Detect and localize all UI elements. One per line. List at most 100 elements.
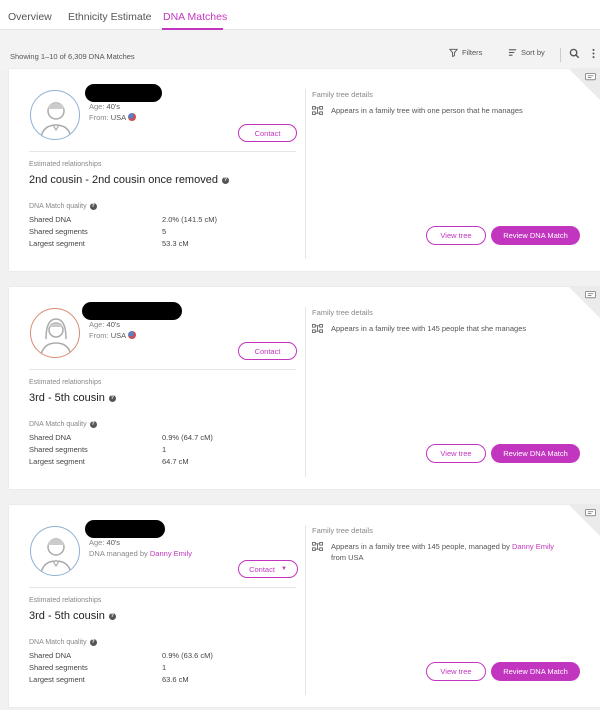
results-toolbar: Showing 1–10 of 6,309 DNA Matches Filter… bbox=[0, 30, 600, 70]
shared-dna-label: Shared DNA bbox=[29, 651, 72, 660]
age-label: Age: bbox=[89, 320, 105, 329]
family-tree-icon bbox=[312, 324, 323, 333]
help-icon[interactable]: ? bbox=[108, 394, 116, 402]
match-card: Age: 40's From: USA Contact Estimated re… bbox=[9, 287, 600, 489]
filter-icon bbox=[449, 48, 458, 57]
help-icon[interactable]: ? bbox=[89, 203, 97, 210]
age-value: 40's bbox=[106, 102, 121, 111]
search-icon[interactable] bbox=[569, 48, 580, 59]
tab-dna-matches[interactable]: DNA Matches bbox=[163, 11, 227, 23]
notes-icon[interactable] bbox=[585, 73, 596, 82]
caret-down-icon: ▼ bbox=[280, 566, 287, 572]
shared-segments-value: 1 bbox=[162, 663, 167, 672]
shared-segments-label: Shared segments bbox=[29, 445, 88, 454]
age-label: Age: bbox=[89, 538, 105, 547]
shared-dna-value: 0.9% (63.6 cM) bbox=[162, 651, 213, 660]
match-age: Age: 40's bbox=[89, 320, 120, 329]
largest-segment-value: 53.3 cM bbox=[162, 239, 189, 248]
help-icon[interactable]: ? bbox=[89, 421, 97, 428]
more-vertical-icon[interactable] bbox=[591, 48, 596, 59]
help-icon[interactable]: ? bbox=[89, 639, 97, 646]
tab-ethnicity-estimate[interactable]: Ethnicity Estimate bbox=[68, 11, 151, 23]
female-avatar-icon[interactable] bbox=[30, 308, 80, 358]
tab-overview[interactable]: Overview bbox=[8, 11, 52, 23]
location-value: USA bbox=[110, 331, 127, 340]
shared-dna-label: Shared DNA bbox=[29, 215, 72, 224]
match-card: Age: 40's From: USA Contact Estimated re… bbox=[9, 69, 600, 271]
match-quality-text: DNA Match quality bbox=[29, 203, 87, 210]
relationship-estimate: 2nd cousin - 2nd cousin once removed? bbox=[29, 174, 229, 186]
contact-button[interactable]: Contact bbox=[238, 342, 297, 360]
review-dna-match-button[interactable]: Review DNA Match bbox=[491, 226, 580, 245]
shared-segments-label: Shared segments bbox=[29, 227, 88, 236]
family-tree-text: Appears in a family tree with 145 people… bbox=[331, 541, 562, 563]
help-icon[interactable]: ? bbox=[108, 612, 116, 620]
family-tree-info: Appears in a family tree with 145 people… bbox=[312, 541, 562, 563]
estimated-relationships-label: Estimated relationships bbox=[29, 379, 102, 386]
relationship-estimate: 3rd - 5th cousin? bbox=[29, 610, 116, 622]
results-count: Showing 1–10 of 6,309 DNA Matches bbox=[10, 52, 135, 61]
review-dna-match-button[interactable]: Review DNA Match bbox=[491, 662, 580, 681]
redacted-name bbox=[85, 84, 162, 102]
sort-button[interactable]: Sort by bbox=[508, 48, 545, 57]
match-quality-label: DNA Match quality? bbox=[29, 639, 97, 646]
contact-button[interactable]: Contact bbox=[238, 124, 297, 142]
column-divider bbox=[305, 307, 306, 477]
match-location: From: USA bbox=[89, 113, 137, 122]
tab-bar: Overview Ethnicity Estimate DNA Matches bbox=[0, 0, 600, 30]
relationship-text: 3rd - 5th cousin bbox=[29, 392, 105, 404]
family-tree-details-label: Family tree details bbox=[312, 90, 373, 99]
sort-label: Sort by bbox=[521, 48, 545, 57]
view-tree-button[interactable]: View tree bbox=[426, 444, 486, 463]
shared-dna-value: 2.0% (141.5 cM) bbox=[162, 215, 218, 224]
review-dna-match-button[interactable]: Review DNA Match bbox=[491, 444, 580, 463]
largest-segment-value: 63.6 cM bbox=[162, 675, 189, 684]
notes-icon[interactable] bbox=[585, 509, 596, 518]
from-label: From: bbox=[89, 331, 109, 340]
help-icon[interactable]: ? bbox=[221, 176, 229, 184]
match-location: From: USA bbox=[89, 331, 137, 340]
family-tree-text-a: Appears in a family tree with 145 people… bbox=[331, 542, 510, 551]
family-tree-text: Appears in a family tree with one person… bbox=[331, 106, 523, 115]
column-divider bbox=[305, 89, 306, 259]
largest-segment-label: Largest segment bbox=[29, 675, 85, 684]
match-age: Age: 40's bbox=[89, 102, 120, 111]
filters-label: Filters bbox=[462, 48, 483, 57]
notes-icon[interactable] bbox=[585, 291, 596, 300]
shared-segments-label: Shared segments bbox=[29, 663, 88, 672]
section-divider bbox=[29, 369, 296, 370]
estimated-relationships-label: Estimated relationships bbox=[29, 161, 102, 168]
largest-segment-label: Largest segment bbox=[29, 457, 85, 466]
location-value: USA bbox=[110, 113, 127, 122]
contact-dropdown-button[interactable]: Contact ▼ bbox=[238, 560, 298, 578]
family-tree-details-label: Family tree details bbox=[312, 526, 373, 535]
manager-link[interactable]: Danny Emily bbox=[150, 549, 192, 558]
match-quality-text: DNA Match quality bbox=[29, 421, 87, 428]
view-tree-button[interactable]: View tree bbox=[426, 226, 486, 245]
us-flag-icon bbox=[128, 113, 137, 121]
family-tree-text: Appears in a family tree with 145 people… bbox=[331, 324, 527, 333]
male-avatar-icon[interactable] bbox=[30, 526, 80, 576]
relationship-estimate: 3rd - 5th cousin? bbox=[29, 392, 116, 404]
largest-segment-label: Largest segment bbox=[29, 239, 85, 248]
match-age: Age: 40's bbox=[89, 538, 120, 547]
estimated-relationships-label: Estimated relationships bbox=[29, 597, 102, 604]
match-card: Age: 40's DNA managed by Danny Emily Con… bbox=[9, 505, 600, 707]
shared-segments-value: 1 bbox=[162, 445, 167, 454]
from-label: From: bbox=[89, 113, 109, 122]
contact-label: Contact bbox=[249, 564, 275, 574]
male-avatar-icon[interactable] bbox=[30, 90, 80, 140]
shared-segments-value: 5 bbox=[162, 227, 167, 236]
family-tree-icon bbox=[312, 106, 323, 115]
relationship-text: 3rd - 5th cousin bbox=[29, 610, 105, 622]
tree-manager-link[interactable]: Danny Emily bbox=[512, 542, 554, 551]
sort-icon bbox=[508, 49, 517, 56]
family-tree-text-b: from USA bbox=[331, 553, 364, 562]
view-tree-button[interactable]: View tree bbox=[426, 662, 486, 681]
shared-dna-value: 0.9% (64.7 cM) bbox=[162, 433, 213, 442]
section-divider bbox=[29, 587, 296, 588]
filters-button[interactable]: Filters bbox=[449, 48, 482, 57]
family-tree-icon bbox=[312, 542, 323, 551]
largest-segment-value: 64.7 cM bbox=[162, 457, 189, 466]
family-tree-details-label: Family tree details bbox=[312, 308, 373, 317]
